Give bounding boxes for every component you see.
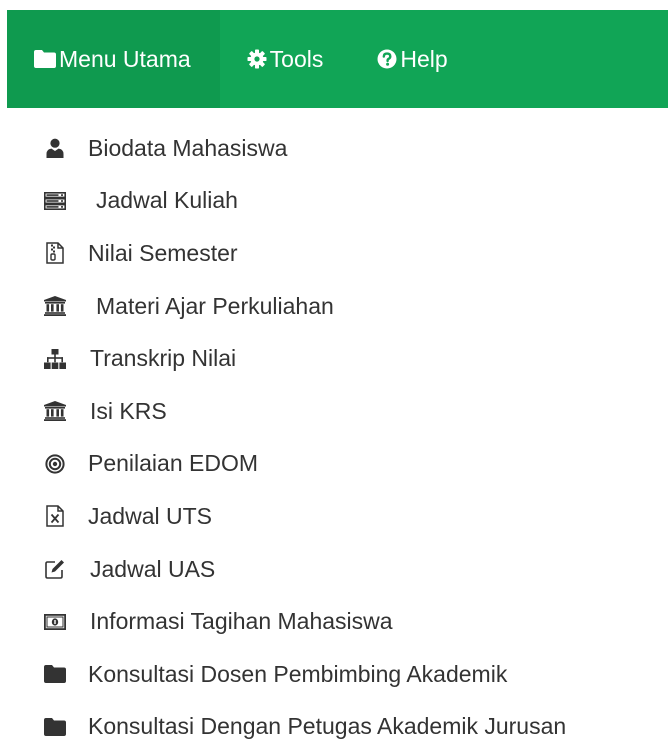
menu-item-penilaian-edom[interactable]: Penilaian EDOM (0, 438, 668, 491)
tab-label: Tools (269, 45, 324, 72)
bullseye-icon (44, 453, 66, 475)
menu-item-isi-krs[interactable]: Isi KRS (0, 385, 668, 438)
tab-tools[interactable]: Tools (220, 10, 351, 108)
menu-item-label: Materi Ajar Perkuliahan (96, 292, 334, 319)
main-menu-list: Biodata Mahasiswa Jadwal Kuliah Nilai Se… (0, 122, 668, 749)
tab-label: Menu Utama (59, 45, 191, 72)
menu-item-label: Jadwal UTS (88, 502, 212, 529)
menu-item-jadwal-uas[interactable]: Jadwal UAS (0, 543, 668, 596)
menu-item-label: Transkrip Nilai (90, 345, 237, 372)
money-icon (44, 611, 66, 633)
folder-icon (44, 716, 66, 738)
menu-item-label: Konsultasi Dosen Pembimbing Akademik (88, 660, 508, 687)
menu-item-konsultasi-dosen-pembimbing-akademik[interactable]: Konsultasi Dosen Pembimbing Akademik (0, 648, 668, 701)
menu-item-materi-ajar-perkuliahan[interactable]: Materi Ajar Perkuliahan (0, 280, 668, 333)
menu-item-label: Jadwal UAS (90, 555, 216, 582)
server-icon (44, 190, 66, 212)
file-zipper-icon (44, 242, 66, 265)
page: Menu Utama Tools Help Biodata Mahasiswa … (0, 0, 668, 749)
menu-item-nilai-semester[interactable]: Nilai Semester (0, 227, 668, 280)
menu-item-label: Jadwal Kuliah (96, 187, 238, 214)
menu-item-jadwal-kuliah[interactable]: Jadwal Kuliah (0, 175, 668, 228)
menu-item-transkrip-nilai[interactable]: Transkrip Nilai (0, 332, 668, 385)
folder-icon (34, 50, 56, 68)
edit-icon (44, 558, 66, 580)
menu-item-label: Biodata Mahasiswa (88, 134, 288, 161)
file-excel-icon (44, 505, 66, 528)
cog-icon (247, 49, 267, 69)
menu-item-label: Penilaian EDOM (88, 450, 259, 477)
menu-item-label: Isi KRS (90, 397, 167, 424)
menu-item-jadwal-uts[interactable]: Jadwal UTS (0, 490, 668, 543)
tab-label: Help (400, 45, 448, 72)
question-circle-icon (377, 49, 397, 69)
menu-item-label: Informasi Tagihan Mahasiswa (90, 608, 393, 635)
bank-icon (44, 400, 66, 422)
menu-item-label: Nilai Semester (88, 239, 238, 266)
tab-menu-utama[interactable]: Menu Utama (7, 10, 220, 108)
menu-item-konsultasi-dengan-petugas-akademik-jurusan[interactable]: Konsultasi Dengan Petugas Akademik Jurus… (0, 701, 668, 749)
menu-item-biodata-mahasiswa[interactable]: Biodata Mahasiswa (0, 122, 668, 175)
top-navbar: Menu Utama Tools Help (7, 10, 668, 108)
menu-item-informasi-tagihan-mahasiswa[interactable]: Informasi Tagihan Mahasiswa (0, 595, 668, 648)
bank-icon (44, 295, 66, 317)
sitemap-icon (44, 348, 66, 370)
user-icon (44, 137, 66, 159)
folder-icon (44, 663, 66, 685)
menu-item-label: Konsultasi Dengan Petugas Akademik Jurus… (88, 713, 567, 740)
tab-help[interactable]: Help (350, 10, 474, 108)
